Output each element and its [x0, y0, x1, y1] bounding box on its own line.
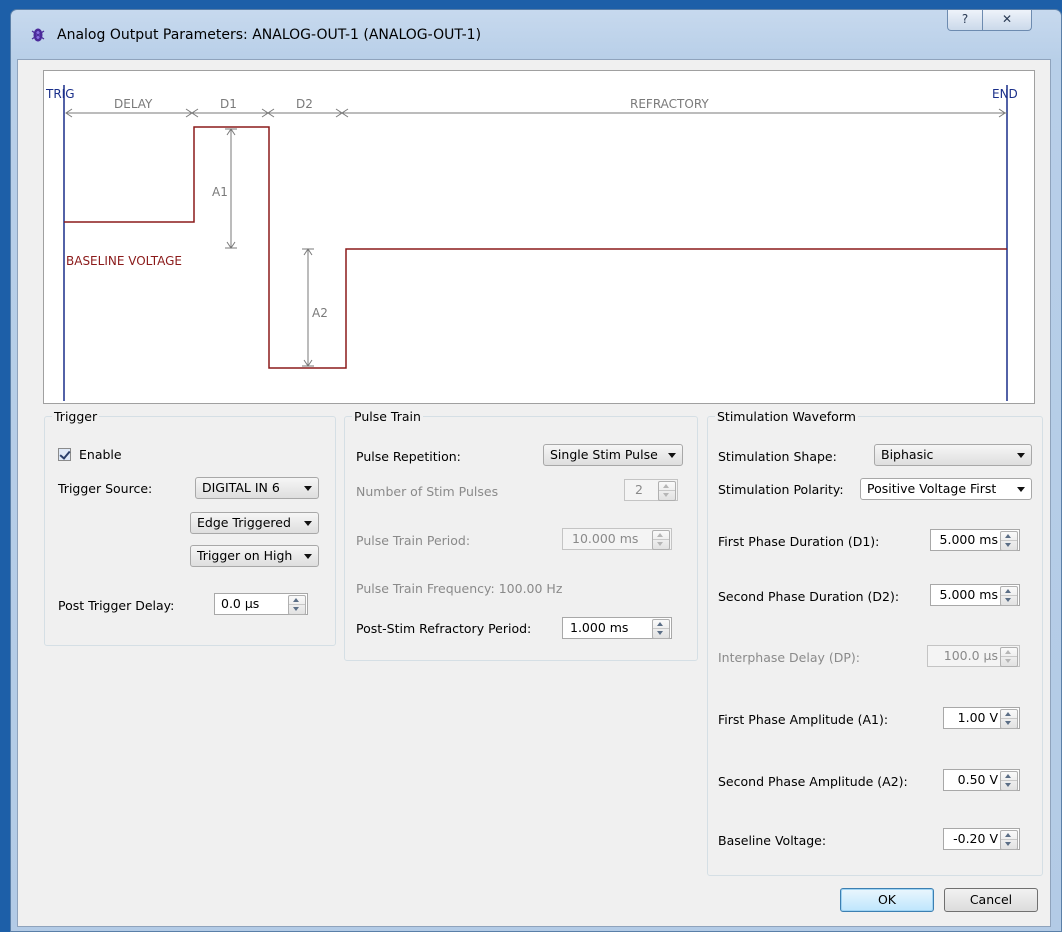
spin-arrows-icon[interactable]	[652, 530, 670, 550]
cancel-button[interactable]: Cancel	[944, 888, 1038, 912]
pulse-train-period-spinbox[interactable]: 10.000 ms	[562, 528, 672, 550]
help-button[interactable]: ?	[947, 10, 983, 31]
ok-button[interactable]: OK	[840, 888, 934, 912]
pulse-train-frequency-text: Pulse Train Frequency: 100.00 Hz	[356, 581, 563, 596]
pulse-train-period-label: Pulse Train Period:	[356, 533, 471, 548]
delay-label: DELAY	[114, 97, 153, 111]
chevron-down-icon	[668, 453, 676, 458]
spin-arrows-icon[interactable]	[658, 481, 676, 501]
timing-dimensions	[65, 108, 1007, 118]
pulse-repetition-label: Pulse Repetition:	[356, 449, 461, 464]
d1-label: D1	[220, 97, 237, 111]
trigger-enable-checkbox[interactable]	[58, 448, 71, 461]
spin-arrows-icon[interactable]	[288, 595, 306, 615]
window-title: Analog Output Parameters: ANALOG-OUT-1 (…	[57, 27, 482, 43]
trig-label: TRIG	[45, 87, 75, 101]
a2-label: A2	[312, 306, 328, 320]
first-phase-amplitude-label: First Phase Amplitude (A1):	[718, 712, 889, 727]
spin-arrows-icon[interactable]	[1000, 709, 1018, 729]
stim-shape-label: Stimulation Shape:	[718, 449, 837, 464]
stim-polarity-select[interactable]: Positive Voltage First	[860, 478, 1032, 500]
title-bar: Analog Output Parameters: ANALOG-OUT-1 (…	[11, 10, 1061, 60]
chevron-down-icon	[304, 521, 312, 526]
baseline-voltage-field-label: Baseline Voltage:	[718, 833, 827, 848]
second-phase-amplitude-spinbox[interactable]: 0.50 V	[943, 769, 1020, 791]
post-stim-refractory-label: Post-Stim Refractory Period:	[356, 621, 532, 636]
num-stim-pulses-label: Number of Stim Pulses	[356, 484, 499, 499]
baseline-voltage-label: BASELINE VOLTAGE	[66, 254, 182, 268]
close-button[interactable]: ✕	[982, 10, 1032, 31]
chevron-down-icon	[304, 554, 312, 559]
a1-label: A1	[212, 185, 228, 199]
trigger-enable-label: Enable	[79, 447, 122, 462]
stim-shape-select[interactable]: Biphasic	[874, 444, 1032, 466]
spin-arrows-icon[interactable]	[1000, 771, 1018, 791]
spin-arrows-icon[interactable]	[652, 619, 670, 639]
pulse-train-group-title: Pulse Train	[352, 409, 423, 424]
post-trigger-delay-label: Post Trigger Delay:	[58, 598, 175, 613]
waveform-diagram: TRIG END DELAY D1 D2 REFRACTORY A1 A2 BA…	[43, 70, 1035, 404]
waveform-trace	[64, 126, 1007, 369]
second-phase-duration-spinbox[interactable]: 5.000 ms	[930, 584, 1020, 606]
end-label: END	[992, 87, 1018, 101]
chevron-down-icon	[1017, 453, 1025, 458]
baseline-voltage-spinbox[interactable]: -0.20 V	[943, 828, 1020, 850]
num-stim-pulses-spinbox[interactable]: 2	[624, 479, 678, 501]
trigger-level-select[interactable]: Trigger on High	[190, 545, 319, 567]
interphase-delay-label: Interphase Delay (DP):	[718, 650, 860, 665]
interphase-delay-spinbox[interactable]: 100.0 µs	[927, 645, 1020, 667]
stim-polarity-label: Stimulation Polarity:	[718, 482, 844, 497]
first-phase-duration-label: First Phase Duration (D1):	[718, 534, 880, 549]
second-phase-duration-label: Second Phase Duration (D2):	[718, 589, 900, 604]
pulse-repetition-select[interactable]: Single Stim Pulse	[543, 444, 683, 466]
refractory-label: REFRACTORY	[630, 97, 709, 111]
post-stim-refractory-spinbox[interactable]: 1.000 ms	[562, 617, 672, 639]
help-icon: ?	[961, 12, 969, 26]
trigger-group-title: Trigger	[52, 409, 100, 424]
first-phase-duration-spinbox[interactable]: 5.000 ms	[930, 529, 1020, 551]
spin-arrows-icon[interactable]	[1000, 647, 1018, 667]
app-logo-icon	[31, 28, 45, 42]
trigger-edge-select[interactable]: Edge Triggered	[190, 512, 319, 534]
post-trigger-delay-spinbox[interactable]: 0.0 µs	[214, 593, 308, 615]
spin-arrows-icon[interactable]	[1000, 830, 1018, 850]
stim-waveform-group-title: Stimulation Waveform	[715, 409, 858, 424]
close-icon: ✕	[1001, 12, 1013, 26]
d2-label: D2	[296, 97, 313, 111]
trigger-source-label: Trigger Source:	[58, 481, 153, 496]
spin-arrows-icon[interactable]	[1000, 531, 1018, 551]
spin-arrows-icon[interactable]	[1000, 586, 1018, 606]
chevron-down-icon	[1017, 487, 1025, 492]
dialog-client-area: TRIG END DELAY D1 D2 REFRACTORY A1 A2 BA…	[17, 59, 1051, 927]
trigger-source-select[interactable]: DIGITAL IN 6	[195, 477, 319, 499]
first-phase-amplitude-spinbox[interactable]: 1.00 V	[943, 707, 1020, 729]
second-phase-amplitude-label: Second Phase Amplitude (A2):	[718, 774, 908, 789]
dialog-window: Analog Output Parameters: ANALOG-OUT-1 (…	[10, 9, 1062, 932]
chevron-down-icon	[304, 486, 312, 491]
